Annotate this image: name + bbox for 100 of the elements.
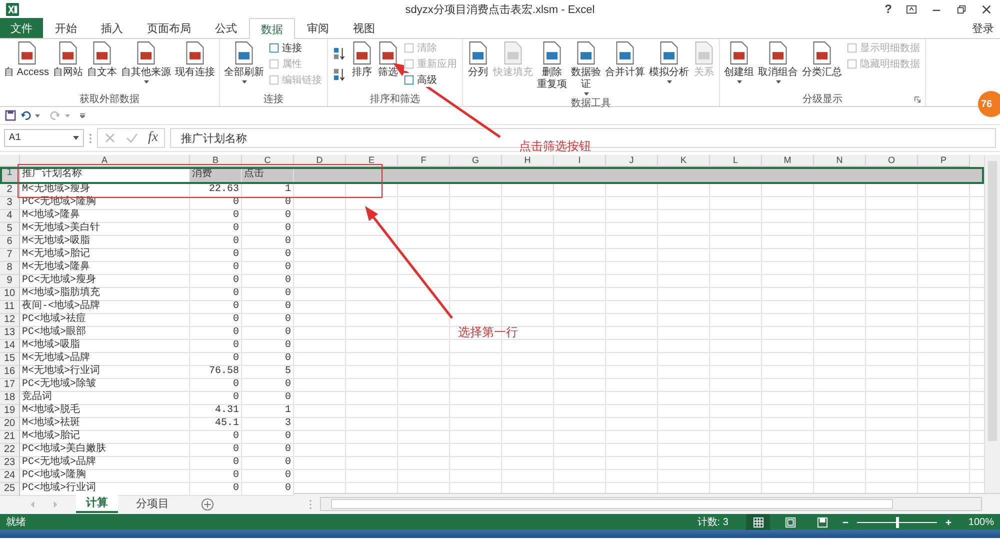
page-break-icon	[816, 516, 828, 528]
ribbon-tab[interactable]: 插入	[89, 18, 135, 38]
ribbon-button[interactable]: 分列	[465, 41, 492, 79]
ribbon-button[interactable]: 模拟分析	[647, 41, 692, 84]
row-number[interactable]: 17	[0, 379, 20, 392]
sort-descending-icon[interactable]	[333, 68, 346, 81]
zoom-in-icon[interactable]	[945, 518, 952, 526]
zoom-slider-thumb[interactable]	[896, 516, 900, 528]
row-number[interactable]: 18	[0, 392, 20, 405]
ribbon-tab[interactable]: 公式	[203, 18, 249, 38]
column-header[interactable]: F	[398, 155, 450, 167]
column-header[interactable]: B	[190, 155, 242, 167]
column-header[interactable]: H	[502, 155, 554, 167]
column-header[interactable]: L	[710, 155, 762, 167]
column-header[interactable]: C	[242, 155, 294, 167]
caret-icon[interactable]	[35, 114, 40, 118]
ribbon-button[interactable]: 自网站	[51, 41, 86, 79]
row-number[interactable]: 11	[0, 301, 20, 314]
row-number[interactable]: 9	[0, 275, 20, 288]
close-icon[interactable]	[981, 4, 992, 14]
column-header[interactable]: N	[814, 155, 866, 167]
customize-icon[interactable]	[80, 113, 85, 118]
ribbon-button[interactable]: 数据验 证	[569, 41, 604, 96]
row-number[interactable]: 2	[0, 184, 20, 197]
row-number[interactable]: 12	[0, 314, 20, 327]
row-number[interactable]: 6	[0, 236, 20, 249]
file-tab[interactable]: 文件	[0, 18, 43, 38]
ribbon-button[interactable]: 取消组合	[756, 41, 800, 84]
column-header[interactable]: G	[450, 155, 502, 167]
ribbon-button[interactable]: 自文本	[85, 41, 120, 79]
normal-view-button[interactable]	[746, 514, 770, 530]
splitter-icon[interactable]	[89, 132, 92, 144]
table-cell-text: M<无地域>吸脂	[21, 236, 92, 248]
zoom-level[interactable]: 100%	[968, 516, 994, 528]
sort-ascending-icon[interactable]	[333, 47, 346, 60]
ribbon-tab[interactable]: 数据	[249, 18, 295, 39]
table-cell-text: M<地域>脂肪填充	[21, 288, 102, 300]
ribbon-button[interactable]: 分类汇总	[800, 41, 844, 79]
ribbon-button[interactable]: 合并计算	[603, 41, 648, 79]
row-number[interactable]: 22	[0, 444, 20, 457]
ribbon-button[interactable]: 全部刷新	[222, 41, 266, 84]
group-label: 获取外部数据	[80, 92, 140, 106]
ribbon-tab[interactable]: 页面布局	[135, 18, 203, 38]
ribbon-tab[interactable]: 视图	[341, 18, 387, 38]
ribbon-button[interactable]: 删除 重复项	[535, 41, 570, 91]
column-header[interactable]: E	[346, 155, 398, 167]
row-number[interactable]: 24	[0, 470, 20, 483]
column-header[interactable]: J	[606, 155, 658, 167]
row-number[interactable]: 13	[0, 327, 20, 340]
ribbon-button[interactable]: 筛选	[375, 41, 402, 79]
undo-icon[interactable]	[20, 110, 31, 121]
option-icon	[269, 59, 280, 69]
ribbon-tab[interactable]: 开始	[43, 18, 89, 38]
row-number[interactable]: 3	[0, 197, 20, 210]
column-header[interactable]: A	[20, 155, 190, 167]
table-cell-text: 4.31	[214, 405, 240, 417]
row-number[interactable]: 19	[0, 405, 20, 418]
ribbon-button[interactable]: 排序	[349, 41, 376, 79]
save-icon[interactable]	[5, 110, 16, 121]
horizontal-scrollbar[interactable]	[320, 497, 982, 511]
table-cell-text: 45.1	[214, 418, 240, 430]
table-cell-text: PC<无地域>品牌	[21, 457, 98, 468]
restore-icon[interactable]	[956, 4, 967, 14]
name-box[interactable]: A1	[4, 129, 84, 147]
row-number[interactable]: 15	[0, 353, 20, 366]
sheet-tab[interactable]: 分项目	[126, 494, 179, 513]
add-sheet-icon[interactable]	[201, 498, 214, 510]
row-number[interactable]: 14	[0, 340, 20, 353]
column-header[interactable]: K	[658, 155, 710, 167]
vertical-scrollbar[interactable]	[984, 155, 1000, 493]
sheet-tab[interactable]: 计算	[76, 494, 118, 513]
column-header[interactable]: O	[866, 155, 918, 167]
table-cell-text: M<地域>脱毛	[21, 405, 82, 416]
row-number[interactable]: 7	[0, 249, 20, 262]
ribbon-button[interactable]: 自 Access	[2, 41, 52, 79]
ribbon-button[interactable]: 创建组	[722, 41, 756, 84]
row-number[interactable]: 16	[0, 366, 20, 379]
row-number[interactable]: 8	[0, 262, 20, 275]
row-number[interactable]: 10	[0, 288, 20, 301]
dialog-launcher-icon[interactable]	[914, 96, 922, 103]
column-header[interactable]: P	[918, 155, 970, 167]
row-number[interactable]: 4	[0, 210, 20, 223]
column-header[interactable]: M	[762, 155, 814, 167]
column-header[interactable]: D	[294, 155, 346, 167]
table-cell-text: 0	[284, 301, 292, 313]
ribbon-tab[interactable]: 审阅	[295, 18, 341, 38]
option-icon	[404, 43, 414, 53]
row-number[interactable]: 20	[0, 418, 20, 431]
row-number[interactable]: 21	[0, 431, 20, 444]
row-number[interactable]: 25	[0, 483, 20, 496]
ribbon-button[interactable]: 现有连接	[173, 41, 218, 79]
row-number[interactable]: 23	[0, 457, 20, 470]
table-cell-text: 0	[232, 262, 240, 274]
row-number[interactable]: 5	[0, 223, 20, 236]
ribbon-button[interactable]: 自其他来源	[119, 41, 174, 84]
sign-in-link[interactable]: 登录	[966, 21, 1000, 36]
insert-function-button[interactable]: fx	[148, 130, 158, 146]
column-header[interactable]: I	[554, 155, 606, 167]
help-button[interactable]: ?	[884, 2, 892, 16]
ribbon-display-icon[interactable]	[906, 4, 917, 14]
